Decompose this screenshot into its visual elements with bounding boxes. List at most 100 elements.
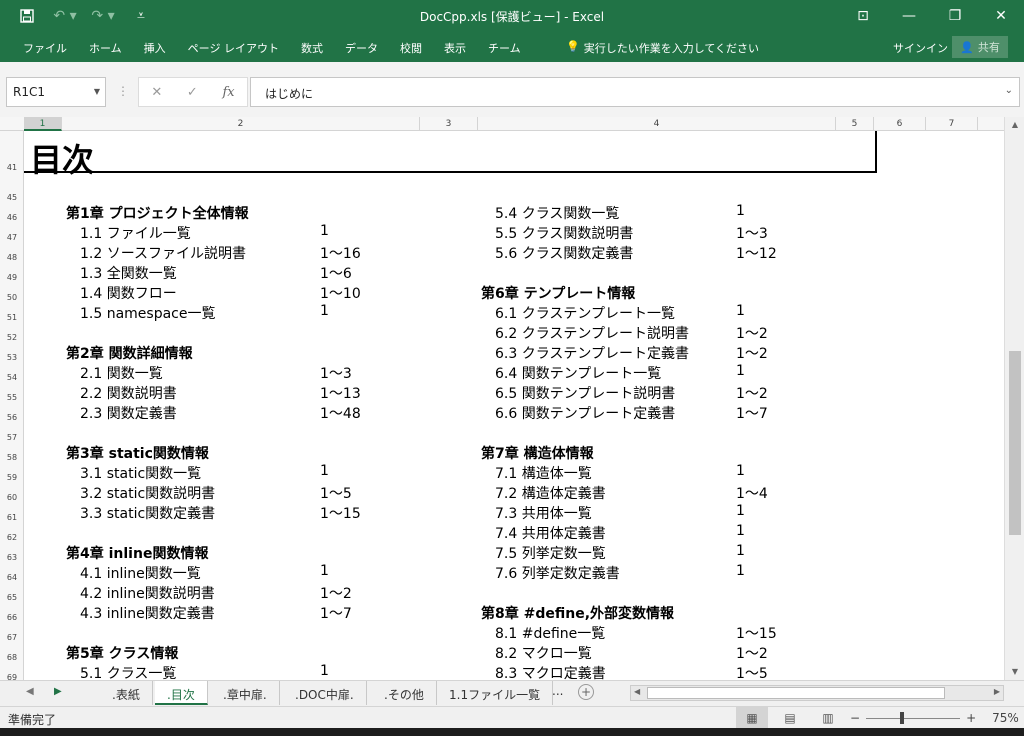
normal-view-icon[interactable]: ▦ <box>736 707 768 729</box>
scroll-left-icon[interactable]: ◀ <box>634 687 640 696</box>
row-header-49[interactable]: 49 <box>0 273 24 282</box>
more-sheets-button[interactable]: ... <box>552 684 563 698</box>
scroll-up-icon[interactable]: ▲ <box>1005 117 1024 133</box>
name-box[interactable]: R1C1 ▼ <box>6 77 106 107</box>
row-header-56[interactable]: 56 <box>0 413 24 422</box>
row-header-52[interactable]: 52 <box>0 333 24 342</box>
row-header-46[interactable]: 46 <box>0 213 24 222</box>
toc-left-entry[interactable]: 2.3 関数定義書 <box>80 403 177 423</box>
toc-left-entry[interactable]: 1.3 全関数一覧 <box>80 263 177 283</box>
ribbon-tab-1[interactable]: ホーム <box>78 40 133 56</box>
toc-left-entry[interactable]: 2.2 関数説明書 <box>80 383 177 403</box>
toc-right-entry[interactable]: 第8章 #define,外部変数情報 <box>481 603 674 623</box>
row-header-54[interactable]: 54 <box>0 373 24 382</box>
page-break-preview-icon[interactable]: ▥ <box>812 707 844 729</box>
row-header-67[interactable]: 67 <box>0 633 24 642</box>
toc-left-entry[interactable]: 第1章 プロジェクト全体情報 <box>66 203 249 223</box>
sheet-tab-5[interactable]: 1.1ファイル一覧 <box>437 681 554 705</box>
toc-left-entry[interactable]: 第5章 クラス情報 <box>66 643 178 663</box>
ribbon-tab-2[interactable]: 挿入 <box>133 40 177 56</box>
column-header-5[interactable]: 5 <box>836 117 874 131</box>
ribbon-tab-5[interactable]: データ <box>334 40 389 56</box>
ribbon-tab-0[interactable]: ファイル <box>12 40 78 56</box>
row-header-60[interactable]: 60 <box>0 493 24 502</box>
toc-left-entry[interactable]: 2.1 関数一覧 <box>80 363 163 383</box>
row-header-61[interactable]: 61 <box>0 513 24 522</box>
toc-right-entry[interactable]: 6.3 クラステンプレート定義書 <box>495 343 689 363</box>
column-header-1[interactable]: 1 <box>24 117 62 131</box>
toc-left-entry[interactable]: 1.2 ソースファイル説明書 <box>80 243 246 263</box>
toc-left-entry[interactable]: 第4章 inline関数情報 <box>66 543 208 563</box>
row-header-58[interactable]: 58 <box>0 453 24 462</box>
row-header-59[interactable]: 59 <box>0 473 24 482</box>
row-header-50[interactable]: 50 <box>0 293 24 302</box>
row-header-65[interactable]: 65 <box>0 593 24 602</box>
toc-right-entry[interactable]: 7.4 共用体定義書 <box>495 523 606 543</box>
tab-scroll-right-icon[interactable]: ▶ <box>54 686 62 697</box>
ribbon-display-icon[interactable]: ⊡ <box>840 0 886 32</box>
toc-left-entry[interactable]: 3.3 static関数定義書 <box>80 503 215 523</box>
row-header-47[interactable]: 47 <box>0 233 24 242</box>
toc-right-entry[interactable]: 6.1 クラステンプレート一覧 <box>495 303 675 323</box>
row-header-69[interactable]: 69 <box>0 673 24 680</box>
scroll-right-icon[interactable]: ▶ <box>994 687 1000 696</box>
toc-right-entry[interactable]: 8.3 マクロ定義書 <box>495 663 606 680</box>
row-header-41[interactable]: 41 <box>0 163 24 172</box>
tab-scroll-left-icon[interactable]: ◀ <box>26 686 34 697</box>
toc-left-entry[interactable]: 3.2 static関数説明書 <box>80 483 215 503</box>
toc-right-entry[interactable]: 6.6 関数テンプレート定義書 <box>495 403 675 423</box>
toc-right-entry[interactable]: 7.5 列挙定数一覧 <box>495 543 606 563</box>
column-header-7[interactable]: 7 <box>926 117 978 131</box>
zoom-level[interactable]: 75% <box>992 711 1019 725</box>
share-button[interactable]: 👤 共有 <box>952 36 1008 58</box>
expand-formula-icon[interactable]: ⌄ <box>1005 85 1013 96</box>
row-header-64[interactable]: 64 <box>0 573 24 582</box>
toc-left-entry[interactable]: 第2章 関数詳細情報 <box>66 343 193 363</box>
toc-left-entry[interactable]: 3.1 static関数一覧 <box>80 463 201 483</box>
toc-right-entry[interactable]: 6.5 関数テンプレート説明書 <box>495 383 675 403</box>
row-header-68[interactable]: 68 <box>0 653 24 662</box>
ribbon-tab-3[interactable]: ページ レイアウト <box>177 40 290 56</box>
row-header-62[interactable]: 62 <box>0 533 24 542</box>
row-header-57[interactable]: 57 <box>0 433 24 442</box>
toc-left-entry[interactable]: 4.1 inline関数一覧 <box>80 563 201 583</box>
row-header-63[interactable]: 63 <box>0 553 24 562</box>
zoom-in-icon[interactable]: + <box>966 711 976 725</box>
sheet-tab-0[interactable]: .表紙 <box>100 681 153 705</box>
minimize-icon[interactable]: — <box>886 0 932 32</box>
toc-right-entry[interactable]: 7.6 列挙定数定義書 <box>495 563 620 583</box>
sheet-tab-4[interactable]: .その他 <box>372 681 437 705</box>
scroll-thumb[interactable] <box>1009 351 1021 535</box>
ribbon-tab-8[interactable]: チーム <box>477 40 532 56</box>
toc-right-entry[interactable]: 6.2 クラステンプレート説明書 <box>495 323 689 343</box>
column-header-3[interactable]: 3 <box>420 117 478 131</box>
enter-icon[interactable]: ✓ <box>187 85 198 100</box>
row-header-55[interactable]: 55 <box>0 393 24 402</box>
zoom-knob[interactable] <box>900 711 905 724</box>
page-layout-view-icon[interactable]: ▤ <box>774 707 806 729</box>
ribbon-tab-7[interactable]: 表示 <box>433 40 477 56</box>
toc-left-entry[interactable]: 4.2 inline関数説明書 <box>80 583 215 603</box>
toc-left-entry[interactable]: 1.5 namespace一覧 <box>80 303 216 323</box>
vertical-scrollbar[interactable]: ▲ ▼ <box>1004 117 1024 680</box>
row-header-53[interactable]: 53 <box>0 353 24 362</box>
toc-right-entry[interactable]: 8.2 マクロ一覧 <box>495 643 592 663</box>
toc-right-entry[interactable]: 第7章 構造体情報 <box>481 443 594 463</box>
sheet-tab-2[interactable]: .章中扉. <box>211 681 280 705</box>
row-header-48[interactable]: 48 <box>0 253 24 262</box>
horizontal-scrollbar[interactable]: ◀ ▶ <box>630 685 1004 701</box>
toc-right-entry[interactable]: 8.1 #define一覧 <box>495 623 605 643</box>
toc-right-entry[interactable]: 6.4 関数テンプレート一覧 <box>495 363 661 383</box>
toc-right-entry[interactable]: 7.3 共用体一覧 <box>495 503 592 523</box>
restore-icon[interactable]: ❐ <box>932 0 978 32</box>
toc-right-entry[interactable]: 7.1 構造体一覧 <box>495 463 592 483</box>
heading-cell[interactable]: 目次 <box>24 131 877 179</box>
row-header-66[interactable]: 66 <box>0 613 24 622</box>
close-icon[interactable]: ✕ <box>978 0 1024 32</box>
chevron-down-icon[interactable]: ▼ <box>94 87 100 96</box>
sign-in-link[interactable]: サインイン <box>893 40 948 56</box>
row-header-51[interactable]: 51 <box>0 313 24 322</box>
add-sheet-icon[interactable]: + <box>578 684 594 700</box>
hscroll-thumb[interactable] <box>647 687 945 699</box>
toc-right-entry[interactable]: 5.5 クラス関数説明書 <box>495 223 633 243</box>
